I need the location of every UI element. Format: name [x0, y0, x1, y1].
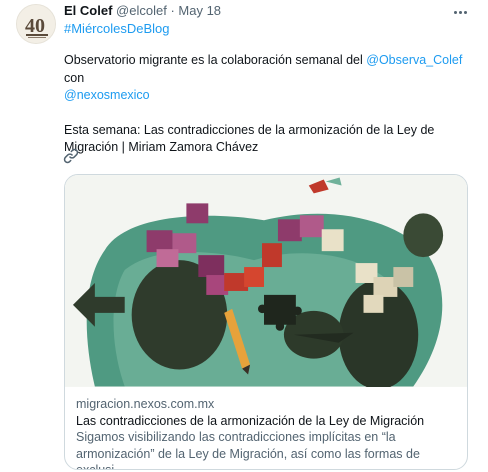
avatar-logo-text: 40 — [25, 15, 45, 37]
author-handle[interactable]: @elcolef — [116, 3, 167, 18]
mention-observa-colef[interactable]: @Observa_Colef — [366, 53, 462, 67]
tweet-text-line3: Esta semana: Las contradicciones de la a… — [64, 122, 435, 155]
tweet-text-part2: con — [64, 70, 85, 85]
colef-logo-icon: 40 — [17, 5, 55, 43]
card-description-line2: armonización” de la Ley de Migración, as… — [76, 446, 420, 470]
card-meta: migracion.nexos.com.mx Las contradiccion… — [65, 387, 467, 470]
link-card[interactable]: migracion.nexos.com.mx Las contradiccion… — [64, 174, 468, 470]
card-image[interactable] — [65, 175, 467, 387]
mention-nexosmexico[interactable]: @nexosmexico — [64, 88, 150, 102]
tweet[interactable]: 40 El Colef @elcolef · May 18 #Miércoles… — [0, 0, 488, 472]
card-title[interactable]: Las contradicciones de la armonización d… — [76, 413, 456, 430]
avatar[interactable]: 40 — [16, 4, 56, 44]
tweet-text-part1: Observatorio migrante es la colaboración… — [64, 53, 367, 67]
more-icon[interactable] — [451, 4, 469, 20]
separator: · — [170, 3, 175, 18]
tweet-text: Observatorio migrante es la colaboración… — [64, 52, 472, 157]
card-description-line1: Sigamos visibilizando las contradiccione… — [76, 430, 396, 444]
tweet-header: El Colef @elcolef · May 18 — [64, 3, 221, 19]
link-icon — [63, 148, 79, 164]
hashtag-link[interactable]: #MiércolesDeBlog — [64, 21, 170, 37]
tweet-date[interactable]: May 18 — [178, 3, 221, 18]
author-name[interactable]: El Colef — [64, 3, 112, 18]
card-domain: migracion.nexos.com.mx — [76, 397, 215, 411]
